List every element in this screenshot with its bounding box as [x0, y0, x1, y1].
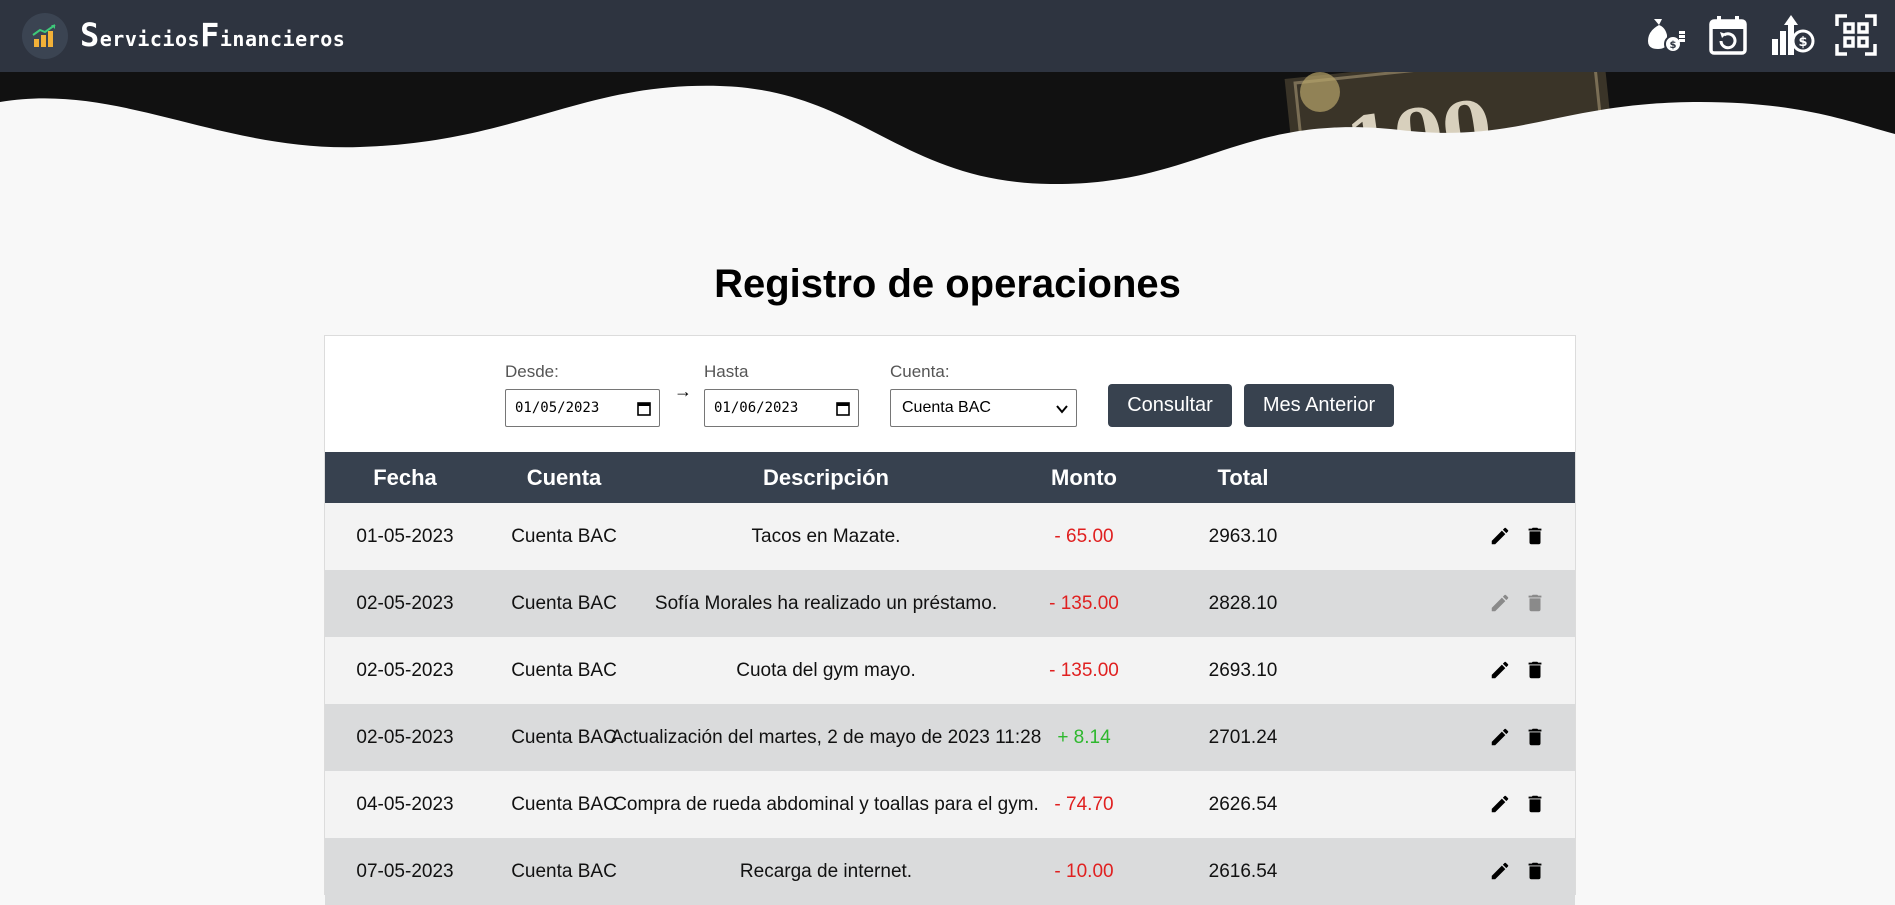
- hero-banner: 100: [0, 72, 1895, 202]
- growth-chart-icon: [32, 24, 56, 47]
- header-monto: Monto: [1051, 464, 1117, 490]
- cell-total: 2693.10: [1208, 659, 1278, 681]
- edit-icon[interactable]: [1489, 659, 1511, 681]
- range-arrow-icon: →: [674, 381, 692, 401]
- brand-word-servicios: ervicios: [99, 27, 201, 51]
- cell-monto: - 65.00: [1054, 525, 1114, 547]
- filter-bar: Desde: 01/05/2023 → Hasta 01/06/2023 Cue…: [325, 336, 1575, 452]
- calendar-icon[interactable]: [836, 401, 850, 416]
- hasta-date-input[interactable]: 01/06/2023: [704, 389, 859, 427]
- operations-card: Desde: 01/05/2023 → Hasta 01/06/2023 Cue…: [324, 335, 1576, 905]
- cell-monto: - 74.70: [1054, 793, 1114, 815]
- desde-date-value: 01/05/2023: [515, 400, 600, 416]
- cell-descripcion: Cuota del gym mayo.: [736, 659, 916, 681]
- cell-fecha: 04-05-2023: [356, 793, 454, 815]
- cell-cuenta: Cuenta BAC: [511, 525, 617, 547]
- header-total: Total: [1217, 464, 1269, 490]
- cell-total: 2626.54: [1208, 793, 1278, 815]
- cuenta-select[interactable]: Cuenta BAC: [890, 389, 1077, 427]
- cell-fecha: 02-05-2023: [356, 659, 454, 681]
- table-row: 02-05-2023 Cuenta BAC Actualización del ma…: [325, 704, 1575, 771]
- cell-fecha: 02-05-2023: [356, 726, 454, 748]
- edit-icon[interactable]: [1489, 860, 1511, 882]
- chevron-down-icon: [1056, 405, 1068, 414]
- cell-cuenta: Cuenta BAC: [511, 659, 617, 681]
- cell-total: 2828.10: [1208, 592, 1278, 614]
- table-row: 01-05-2023 Cuenta BAC Tacos en Mazate. - 65…: [325, 503, 1575, 570]
- top-navbar: ServiciosFinancieros $ $: [0, 0, 1895, 72]
- cell-fecha: 07-05-2023: [356, 860, 454, 882]
- app-logo[interactable]: [22, 13, 68, 59]
- brand-initial-s: S: [80, 16, 100, 54]
- trash-icon[interactable]: [1524, 860, 1546, 882]
- edit-icon[interactable]: [1489, 525, 1511, 547]
- trash-icon[interactable]: [1524, 525, 1546, 547]
- trash-icon[interactable]: [1524, 726, 1546, 748]
- cell-cuenta: Cuenta BAC: [511, 860, 617, 882]
- header-descripcion: Descripción: [763, 464, 889, 490]
- edit-icon[interactable]: [1489, 793, 1511, 815]
- cell-descripcion: Compra de rueda abdominal y toallas para…: [613, 793, 1039, 815]
- table-row: 04-05-2023 Cuenta BAC Compra de rueda abdo…: [325, 771, 1575, 838]
- trash-icon[interactable]: [1524, 793, 1546, 815]
- table-row: 02-05-2023 Cuenta BAC Cuota del gym mayo. -…: [325, 637, 1575, 704]
- qr-scan-icon[interactable]: [1833, 12, 1879, 58]
- growth-dollar-icon[interactable]: $: [1769, 12, 1815, 58]
- cell-monto: + 8.14: [1057, 726, 1111, 748]
- svg-text:$: $: [1670, 40, 1677, 51]
- cuenta-label: Cuenta:: [890, 362, 950, 381]
- header-cuenta: Cuenta: [526, 464, 602, 490]
- brand-name[interactable]: ServiciosFinancieros: [80, 16, 345, 54]
- cell-total: 2701.24: [1208, 726, 1278, 748]
- trash-icon: [1528, 594, 1542, 612]
- calendar-refresh-icon[interactable]: [1705, 12, 1751, 58]
- edit-icon[interactable]: [1489, 726, 1511, 748]
- hasta-label: Hasta: [704, 362, 749, 381]
- cell-descripcion: Sofía Morales ha realizado un préstamo.: [654, 592, 998, 614]
- cell-descripcion: Recarga de internet.: [739, 860, 913, 882]
- desde-date-input[interactable]: 01/05/2023: [505, 389, 660, 427]
- page-title: Registro de operaciones: [714, 262, 1181, 306]
- cell-cuenta: Cuenta BAC: [511, 592, 617, 614]
- money-banner-image: 100: [0, 72, 1895, 202]
- cell-total: 2963.10: [1208, 525, 1278, 547]
- cell-total: 2616.54: [1208, 860, 1278, 882]
- mes-anterior-button[interactable]: Mes Anterior: [1244, 384, 1394, 427]
- brand-initial-f: F: [200, 16, 220, 54]
- edit-icon: [1491, 594, 1509, 612]
- hasta-date-value: 01/06/2023: [714, 400, 799, 416]
- cell-fecha: 02-05-2023: [356, 592, 454, 614]
- cuenta-select-value: Cuenta BAC: [902, 399, 991, 416]
- table-row: 07-05-2023 Cuenta BAC Recarga de internet.…: [325, 838, 1575, 905]
- brand-word-financieros: inancieros: [219, 27, 346, 51]
- cell-monto: - 10.00: [1054, 860, 1114, 882]
- table-row: 02-05-2023 Cuenta BAC Sofía Morales ha rea…: [325, 570, 1575, 637]
- consultar-button[interactable]: Consultar: [1108, 384, 1232, 427]
- svg-text:$: $: [1798, 35, 1807, 50]
- cell-monto: - 135.00: [1049, 592, 1119, 614]
- trash-icon[interactable]: [1524, 659, 1546, 681]
- cell-descripcion: Tacos en Mazate.: [751, 525, 901, 547]
- cell-fecha: 01-05-2023: [356, 525, 454, 547]
- table-header: Fecha Cuenta Descripción Monto Total: [325, 452, 1575, 503]
- desde-label: Desde:: [505, 362, 559, 381]
- cell-monto: - 135.00: [1049, 659, 1119, 681]
- money-bag-icon[interactable]: $: [1641, 12, 1687, 58]
- header-fecha: Fecha: [373, 464, 437, 490]
- calendar-icon[interactable]: [637, 401, 651, 416]
- cell-descripcion: Actualización del martes, 2 de mayo de 2…: [610, 726, 1042, 748]
